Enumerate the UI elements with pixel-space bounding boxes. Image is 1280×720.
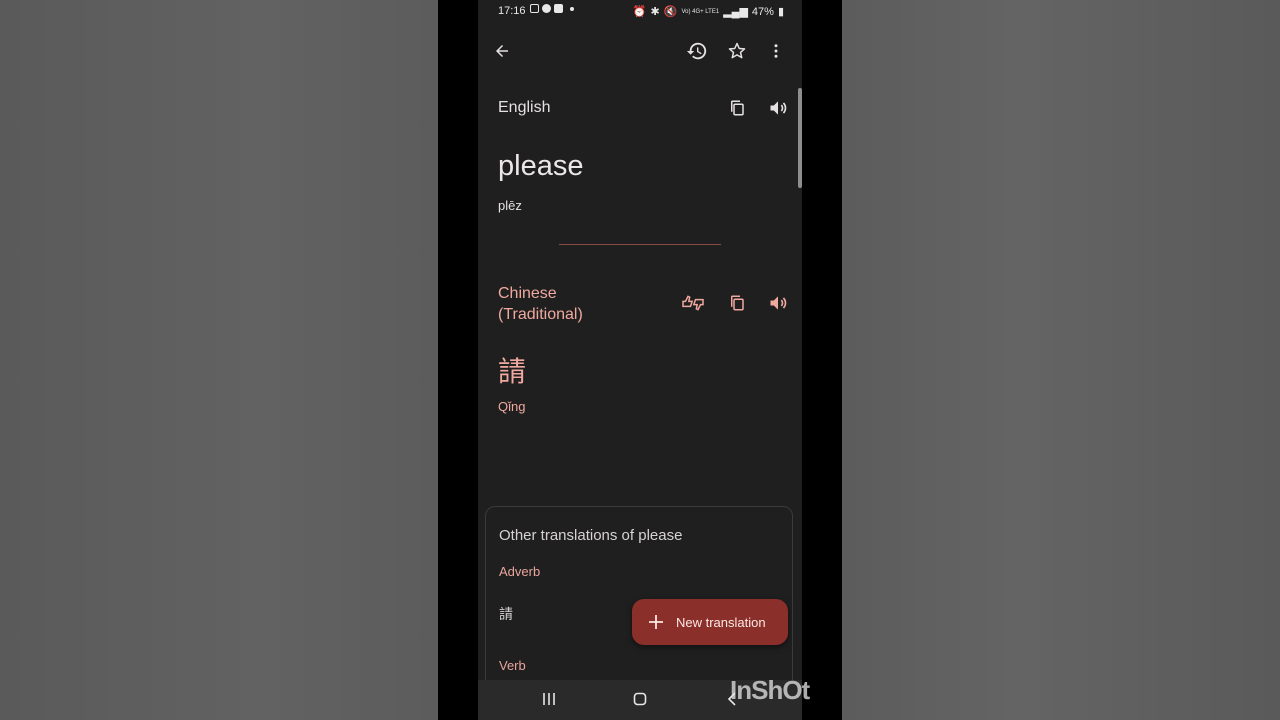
source-text: please	[498, 150, 584, 182]
copy-source-button[interactable]	[721, 92, 753, 124]
screenshot-icon	[530, 4, 539, 13]
right-background	[842, 0, 1280, 720]
source-transliteration: plēz	[498, 198, 522, 213]
signal-label: Vo) 4G+ LTE1	[681, 8, 720, 15]
scrollbar[interactable]	[798, 88, 802, 188]
source-language: English	[498, 99, 551, 116]
favorite-button[interactable]	[721, 35, 753, 67]
app-notification-icon	[542, 4, 551, 13]
status-bar: 17:16 ⏰ ✱ 🔇 Vo) 4G+ LTE1 ▂▄▆ 47% ▮	[478, 0, 802, 24]
copy-target-button[interactable]	[721, 287, 753, 319]
thumbs-feedback-icon	[682, 295, 704, 311]
history-icon	[686, 42, 707, 60]
home-icon	[633, 692, 647, 706]
recent-apps-icon	[543, 693, 555, 705]
copy-icon	[731, 295, 744, 311]
more-options-button[interactable]	[760, 35, 792, 67]
listen-source-button[interactable]	[762, 92, 794, 124]
battery-icon: ▮	[777, 6, 784, 18]
history-button[interactable]	[681, 35, 713, 67]
inshot-watermark: InShOt	[730, 675, 810, 705]
speaker-icon	[770, 101, 787, 115]
verb-label: Verb	[499, 658, 526, 673]
status-time: 17:16	[498, 5, 526, 17]
listen-target-button[interactable]	[762, 287, 794, 319]
adverb-label: Adverb	[499, 564, 541, 579]
alarm-icon: ⏰	[632, 6, 647, 18]
plus-icon	[648, 614, 664, 630]
home-button[interactable]	[633, 692, 647, 711]
bluetooth-icon: ✱	[650, 6, 660, 18]
target-language-line1: Chinese	[498, 285, 557, 302]
phone-screen: 17:16 ⏰ ✱ 🔇 Vo) 4G+ LTE1 ▂▄▆ 47% ▮ Engli…	[478, 0, 802, 720]
arrow-left-icon	[496, 45, 508, 57]
target-language-line2: (Traditional)	[498, 306, 583, 323]
other-translations-title: Other translations of please	[499, 527, 683, 544]
top-app-bar	[478, 30, 802, 72]
star-outline-icon	[728, 42, 746, 59]
more-vert-icon	[774, 44, 778, 58]
left-background	[0, 0, 438, 720]
new-translation-label: New translation	[676, 614, 766, 630]
check-notification-icon	[554, 4, 563, 13]
new-translation-button[interactable]: New translation	[632, 599, 788, 645]
adverb-translation-item[interactable]: 請	[499, 604, 513, 624]
feedback-button[interactable]	[677, 287, 709, 319]
signal-icon: ▂▄▆	[723, 6, 748, 18]
section-divider	[559, 244, 721, 245]
target-language: Chinese (Traditional)	[498, 283, 628, 325]
target-transliteration: Qǐng	[498, 399, 526, 414]
speaker-icon	[770, 296, 787, 310]
more-notifications-icon	[570, 6, 574, 11]
mute-icon: 🔇	[663, 6, 678, 18]
recent-apps-button[interactable]	[542, 692, 556, 711]
target-text: 請	[498, 356, 527, 387]
battery-percent: 47%	[751, 5, 774, 18]
copy-icon	[731, 100, 744, 116]
back-button[interactable]	[486, 35, 518, 67]
